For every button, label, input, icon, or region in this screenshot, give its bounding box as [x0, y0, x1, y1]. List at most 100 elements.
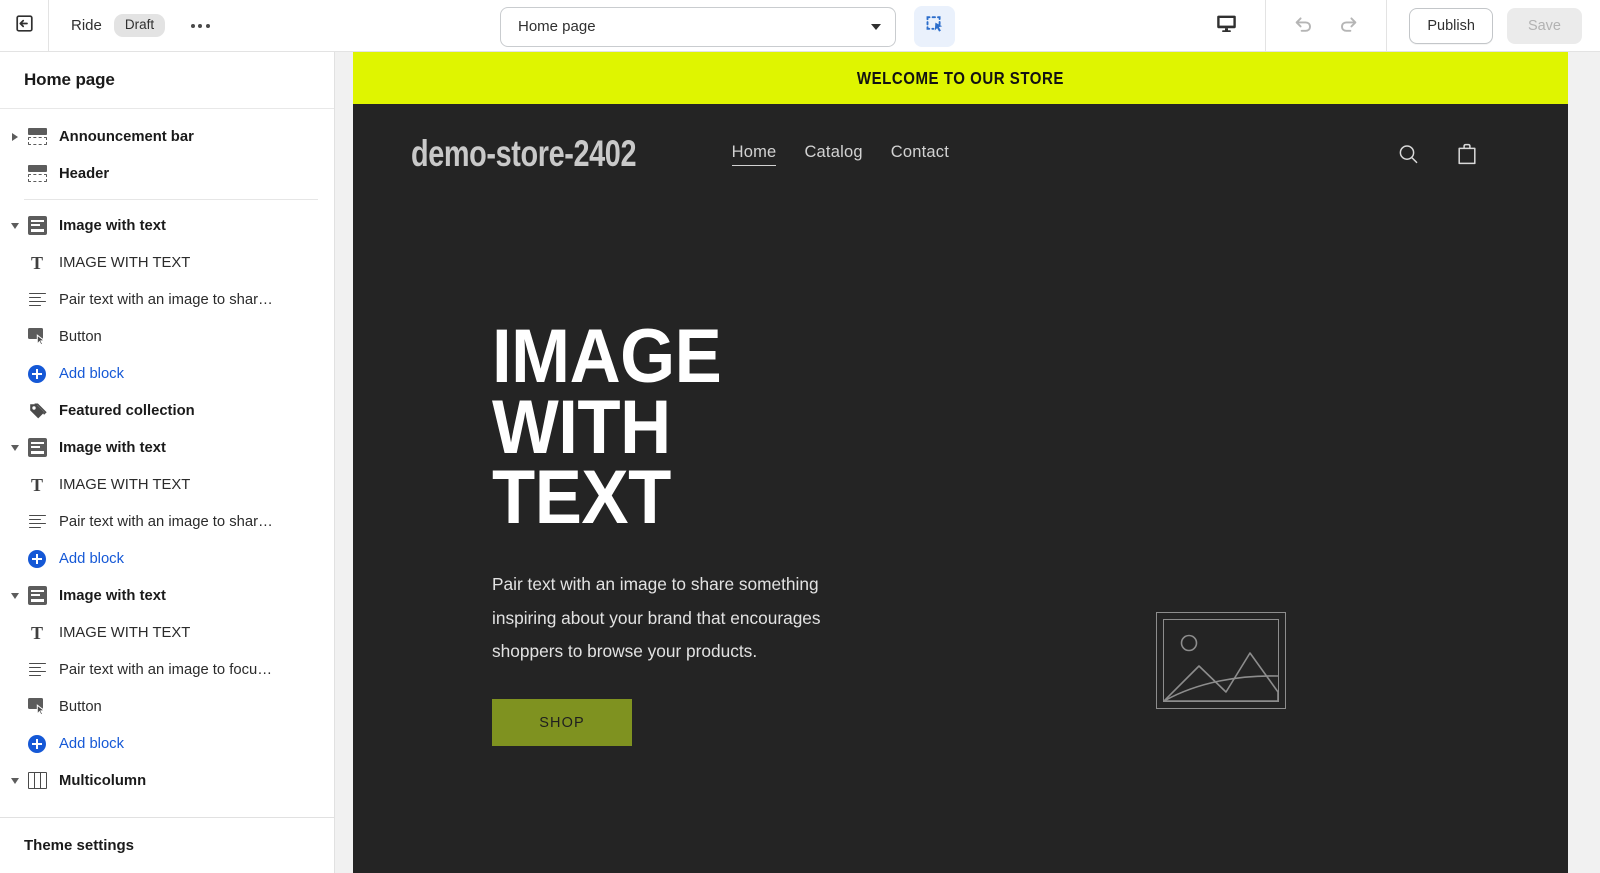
chevron-down-icon[interactable]	[4, 592, 26, 599]
undo-button[interactable]	[1288, 11, 1318, 41]
announcement-bar[interactable]: WELCOME TO OUR STORE	[353, 52, 1568, 104]
chevron-down-icon	[871, 23, 881, 30]
image-with-text-section: IMAGE WITH TEXT Pair text with an image …	[353, 204, 1568, 747]
sidebar-item-label: Pair text with an image to shar…	[59, 513, 273, 530]
sidebar-item-image-with-text[interactable]: Image with text	[0, 207, 334, 244]
sidebar-item-label: Announcement bar	[59, 128, 194, 145]
sidebar-item-label: Add block	[59, 735, 124, 752]
sidebar-item-announcement-bar[interactable]: Announcement bar	[0, 118, 334, 155]
search-icon[interactable]	[1395, 141, 1422, 168]
shopping-bag-icon[interactable]	[1454, 141, 1480, 168]
image-placeholder-art	[1163, 634, 1278, 701]
collection-tag-icon	[26, 400, 48, 422]
status-badge: Draft	[113, 13, 166, 38]
sidebar-item-pair-text-with-an-image-to-focu[interactable]: Pair text with an image to focu…	[0, 651, 334, 688]
sidebar-item-label: Featured collection	[59, 402, 195, 419]
image-placeholder-icon[interactable]	[1155, 612, 1286, 709]
paragraph-icon	[26, 659, 48, 681]
sidebar-item-image-with-text[interactable]: Image with text	[0, 577, 334, 614]
sidebar-item-image-with-text[interactable]: T IMAGE WITH TEXT	[0, 466, 334, 503]
page-selector-value: Home page	[518, 18, 596, 35]
hero-text-column: IMAGE WITH TEXT Pair text with an image …	[353, 318, 883, 747]
sidebar-item-image-with-text[interactable]: T IMAGE WITH TEXT	[0, 614, 334, 651]
store-header-icons	[1395, 141, 1480, 168]
more-horizontal-icon	[190, 23, 195, 28]
sidebar-item-add-block[interactable]: Add block	[0, 355, 334, 392]
desktop-icon	[1215, 12, 1238, 40]
page-selector[interactable]: Home page	[500, 6, 896, 47]
history-group	[1266, 0, 1388, 52]
theme-name: Ride	[71, 17, 102, 34]
heading-icon: T	[30, 474, 43, 495]
publish-button[interactable]: Publish	[1409, 8, 1493, 44]
sidebar-item-label: Image with text	[59, 587, 166, 604]
sidebar-divider	[24, 199, 318, 200]
image-with-text-icon	[26, 437, 48, 459]
add-circle-icon	[26, 733, 48, 755]
save-button: Save	[1506, 8, 1582, 44]
sidebar-item-label: Add block	[59, 365, 124, 382]
theme-info-group: Ride Draft	[49, 11, 217, 41]
sidebar-item-button[interactable]: Button	[0, 318, 334, 355]
sidebar-item-label: IMAGE WITH TEXT	[59, 254, 191, 271]
storefront-preview: WELCOME TO OUR STORE demo-store-2402 Hom…	[353, 52, 1568, 873]
top-toolbar: Ride Draft Home page Publish Save	[0, 0, 1600, 52]
sidebar-title: Home page	[24, 70, 115, 89]
image-with-text-icon	[26, 215, 48, 237]
shop-button[interactable]: SHOP	[492, 699, 632, 747]
hero-heading[interactable]: IMAGE WITH TEXT	[492, 318, 856, 535]
paragraph-icon	[26, 511, 48, 533]
chevron-down-icon[interactable]	[4, 777, 26, 784]
more-actions-button[interactable]	[183, 11, 217, 41]
hero-paragraph[interactable]: Pair text with an image to share somethi…	[492, 568, 883, 669]
store-nav-link-contact[interactable]: Contact	[891, 143, 949, 165]
theme-settings-button[interactable]: Theme settings	[0, 817, 334, 873]
store-nav: Home Catalog Contact	[731, 143, 949, 166]
exit-editor-button[interactable]	[0, 0, 49, 52]
sidebar-item-image-with-text[interactable]: Image with text	[0, 429, 334, 466]
sidebar-item-button[interactable]: Button	[0, 688, 334, 725]
image-with-text-icon	[26, 585, 48, 607]
redo-icon	[1337, 12, 1361, 41]
sidebar-item-label: Button	[59, 328, 102, 345]
store-nav-link-catalog[interactable]: Catalog	[804, 143, 862, 165]
sidebar-item-add-block[interactable]: Add block	[0, 540, 334, 577]
chevron-right-icon[interactable]	[4, 132, 26, 141]
chevron-down-icon[interactable]	[4, 222, 26, 229]
store-nav-link-home[interactable]: Home	[731, 143, 777, 166]
store-logo[interactable]: demo-store-2402	[411, 133, 637, 175]
sidebar-item-multicolumn[interactable]: Multicolumn	[0, 762, 334, 799]
device-preview-button[interactable]	[1188, 0, 1267, 52]
sidebar-item-label: Button	[59, 698, 102, 715]
undo-icon	[1291, 12, 1315, 41]
more-horizontal-icon	[205, 23, 210, 28]
sidebar-item-pair-text-with-an-image-to-shar[interactable]: Pair text with an image to shar…	[0, 503, 334, 540]
sidebar-item-featured-collection[interactable]: Featured collection	[0, 392, 334, 429]
heading-icon: T	[30, 622, 43, 643]
theme-settings-label: Theme settings	[24, 837, 135, 854]
image-placeholder-inner	[1162, 619, 1279, 702]
add-circle-icon	[26, 363, 48, 385]
sidebar-item-header[interactable]: Header	[0, 155, 334, 192]
hero-media-column	[883, 322, 1568, 709]
announcement-text: WELCOME TO OUR STORE	[856, 67, 1065, 88]
chevron-down-icon[interactable]	[4, 444, 26, 451]
heading-icon: T	[30, 252, 43, 273]
section-tree: Announcement bar Header Image with text T IM…	[0, 109, 334, 817]
redo-button[interactable]	[1334, 11, 1364, 41]
multicolumn-icon	[26, 770, 48, 792]
sidebar-item-label: Header	[59, 165, 110, 182]
sidebar-item-label: Pair text with an image to shar…	[59, 291, 273, 308]
page-controls-group: Home page	[500, 6, 955, 47]
toolbar-right-group: Publish Save	[1188, 0, 1600, 52]
inspector-toggle-button[interactable]	[914, 6, 955, 47]
exit-left-icon	[14, 13, 35, 39]
paragraph-icon	[26, 289, 48, 311]
sections-sidebar: Home page Announcement bar Header Image wi…	[0, 52, 335, 873]
more-horizontal-icon	[198, 23, 203, 28]
sidebar-item-add-block[interactable]: Add block	[0, 725, 334, 762]
add-circle-icon	[26, 548, 48, 570]
sidebar-item-pair-text-with-an-image-to-shar[interactable]: Pair text with an image to shar…	[0, 281, 334, 318]
sidebar-item-image-with-text[interactable]: T IMAGE WITH TEXT	[0, 244, 334, 281]
button-icon	[26, 696, 48, 718]
